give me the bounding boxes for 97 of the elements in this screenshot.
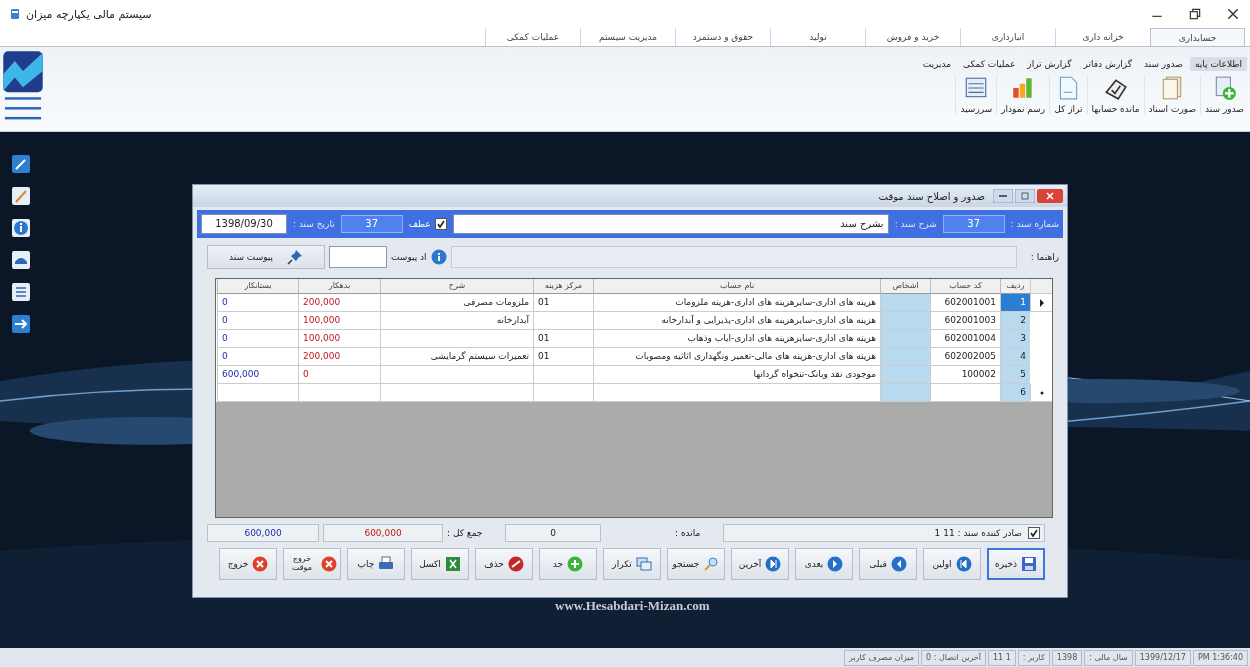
ribbon-tab[interactable]: مدیریت [917,57,956,71]
status-item: میزان مصرف کاربر [844,649,920,666]
date-field[interactable]: 1398/09/30 [201,214,287,234]
save-icon [1021,556,1037,572]
ribbon-button[interactable]: صورت اسناد [1143,75,1201,114]
arrow-circle-icon [890,556,907,572]
menu-tab[interactable]: حسابداری [1150,28,1245,46]
ribbon-button[interactable]: صدور سند [1200,75,1248,114]
total-credit-field: 600,000 [207,524,319,542]
close-icon[interactable] [1226,7,1240,21]
minimize-icon[interactable] [993,189,1013,203]
ribbon-tab[interactable]: عملیات کمکی [958,57,1021,71]
toolbar-button[interactable]: بعدی [795,548,853,580]
website-text: www.Hesabdari-Mizan.com [555,598,710,614]
toolbar-button[interactable]: قبلی [859,548,917,580]
window-title: سیستم مالی یکپارچه میزان [26,7,152,21]
arrow-circle-icon [955,556,972,572]
excel-icon [444,556,461,572]
row-number-cell[interactable]: 3 [1000,330,1030,348]
checkbox-label: عطف [408,219,431,229]
table-cell [880,330,930,348]
field-label: شرح سند : [894,219,937,229]
status-item: PM 1:36:40 [1192,649,1248,666]
windows-icon [635,556,652,572]
printer-icon [378,556,395,572]
table-cell [880,348,930,366]
arrow-circle-icon [827,556,844,572]
field-label: جمع کل : [447,528,483,538]
toolbar-button[interactable]: جستجو [667,548,725,580]
row-number-cell[interactable]: 2 [1000,312,1030,330]
ref-number-field[interactable]: 37 [340,215,403,233]
ref-checkbox[interactable] [434,218,447,230]
pin-icon [287,249,304,265]
field-label: شماره سند : [1010,219,1059,229]
status-item: کاربر : [1017,649,1050,666]
list-icon[interactable] [11,282,31,302]
attachment-count-field[interactable] [329,246,387,268]
row-number-cell[interactable]: 5 [1000,366,1030,384]
field-label: تاریخ سند : [293,219,335,229]
issuer-checkbox[interactable] [1028,527,1040,539]
toolbar-button[interactable]: خروج [219,548,277,580]
toolbar-button[interactable]: ذخیره [987,548,1045,580]
guide-field[interactable] [450,246,1017,268]
field-label: اد پیوست [391,252,427,262]
plus-icon [567,556,584,572]
status-item: 1399/12/17 [1134,649,1191,666]
ribbon-tab[interactable]: گزارش دفاتر [1078,57,1138,71]
row-number-cell[interactable]: 1 [1000,294,1030,312]
number-field[interactable]: 37 [942,215,1005,233]
app-icon [10,8,20,20]
toolbar-button[interactable]: اولین [923,548,981,580]
ribbon-button[interactable]: سررسید [955,75,997,114]
edit-icon[interactable] [11,154,31,174]
table-cell [880,312,930,330]
info-icon[interactable] [11,218,31,238]
toolbar-button[interactable]: تکرار [603,548,661,580]
table-cell [880,384,930,402]
toolbar-button[interactable]: چاپ [347,548,405,580]
ribbon-button[interactable]: رسم نمودار [996,75,1050,114]
ribbon-button[interactable]: مانده حسابها [1086,75,1144,114]
status-item: آخرین اتصال : 0 [921,649,987,666]
ribbon-tab[interactable]: اطلاعات پایه [1189,57,1247,71]
pencil-icon[interactable] [11,186,31,206]
cancel-icon [321,556,337,572]
table-cell [880,366,930,384]
toolbar-button[interactable]: جد [539,548,597,580]
dialog-title: صدور و اصلاح سند موقت [878,190,985,202]
total-debit-field: 600,000 [323,524,443,542]
row-number-cell[interactable]: 4 [1000,348,1030,366]
search-icon [703,556,720,572]
current-row-icon [1038,298,1045,307]
arrow-circle-icon [765,556,782,572]
description-field[interactable]: بشرح سند [452,214,889,234]
status-item: سال مالی : [1084,649,1133,666]
table-cell [533,384,593,402]
field-label: مانده : [675,528,701,538]
status-item: 1 11 [988,649,1016,666]
toolbar-button[interactable]: خروج موقت [283,548,341,580]
info-icon [430,249,447,265]
exit-icon[interactable] [11,314,31,334]
cancel-icon [252,556,269,572]
restore-icon[interactable] [1188,7,1202,21]
balance-field: 0 [505,524,601,542]
toolbar-button[interactable]: آخرین [731,548,789,580]
row-number-cell[interactable]: 6 [1000,384,1030,402]
ribbon-tab[interactable]: صدور سند [1139,57,1188,71]
ribbon-button[interactable]: تراز کل [1049,75,1087,114]
status-item: 1398 [1051,649,1083,666]
attach-button[interactable]: پیوست سند [207,245,325,269]
toolbar-button[interactable]: حذف [475,548,533,580]
ribbon-tab[interactable]: گزارش تراز [1022,57,1077,71]
no-entry-icon [507,556,524,572]
toolbar-button[interactable]: اکسل [411,548,469,580]
field-label: راهنما : [1030,252,1059,262]
new-row-icon [1039,390,1044,395]
issuer-text: صادر کننده سند : 11 1 [934,528,1022,538]
table-cell [880,294,930,312]
